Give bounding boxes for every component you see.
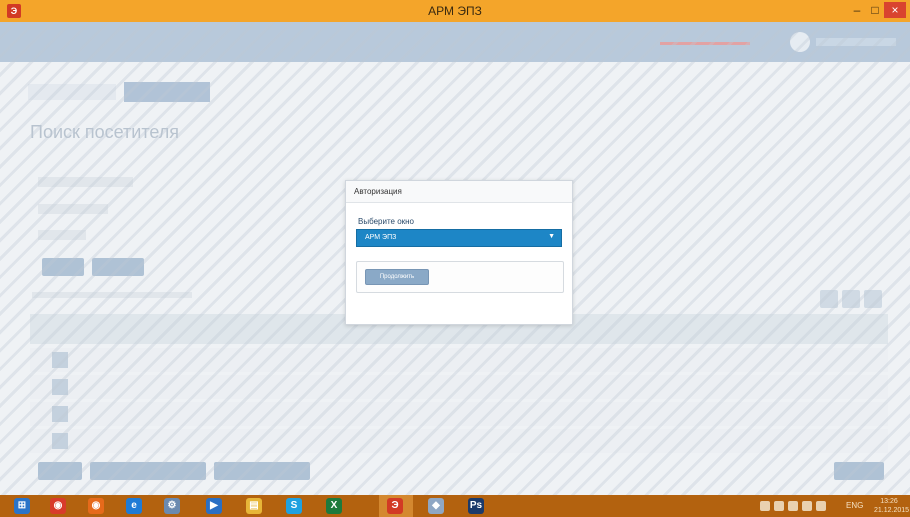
taskbar-item[interactable]: S: [278, 495, 310, 517]
language-indicator[interactable]: ENG: [846, 501, 863, 510]
tray-flag-icon[interactable]: [788, 501, 798, 511]
taskbar-item[interactable]: ▶: [198, 495, 230, 517]
app-icon: Э: [387, 498, 403, 514]
continue-button[interactable]: Продолжить: [365, 269, 429, 285]
tray-up-icon[interactable]: [760, 501, 770, 511]
clock-time: 13:26: [880, 498, 898, 505]
network-icon: ⚙: [164, 498, 180, 514]
taskbar-item[interactable]: ⊞: [6, 495, 38, 517]
sql-icon: ◆: [428, 498, 444, 514]
clock[interactable]: 13:26 21.12.2015: [874, 497, 910, 515]
firefox-icon: ◉: [88, 498, 104, 514]
taskbar: ⊞ ◉ ◉ e ⚙ ▶ ▤ S X Э ◆ Ps ENG 13:26 21.12.2015: [0, 495, 910, 517]
taskbar-item[interactable]: e: [118, 495, 150, 517]
window-titlebar: Э АРМ ЭПЗ – □ ×: [0, 0, 910, 22]
taskbar-item[interactable]: X: [318, 495, 350, 517]
authorization-dialog: Авторизация Выберите окно АРМ ЭПЗ ▼ Прод…: [345, 180, 573, 325]
window-select[interactable]: АРМ ЭПЗ ▼: [356, 229, 562, 247]
tray-volume-icon[interactable]: [816, 501, 826, 511]
minimize-button[interactable]: –: [848, 2, 866, 18]
taskbar-item[interactable]: ◆: [420, 495, 452, 517]
dialog-footer: Продолжить: [356, 261, 564, 293]
windows-start-icon: ⊞: [14, 498, 30, 514]
window-title: АРМ ЭПЗ: [428, 4, 482, 18]
taskbar-item[interactable]: ◉: [80, 495, 112, 517]
taskbar-item[interactable]: ◉: [42, 495, 74, 517]
chevron-down-icon: ▼: [548, 233, 555, 240]
chrome-icon: ◉: [50, 498, 66, 514]
close-button[interactable]: ×: [884, 2, 906, 18]
skype-icon: S: [286, 498, 302, 514]
window-select-value: АРМ ЭПЗ: [365, 234, 397, 241]
system-tray: ENG 13:26 21.12.2015: [740, 495, 910, 517]
teamviewer-icon: ▶: [206, 498, 222, 514]
window-select-label: Выберите окно: [358, 217, 415, 226]
excel-icon: X: [326, 498, 342, 514]
folder-icon: ▤: [246, 498, 262, 514]
maximize-button[interactable]: □: [866, 2, 884, 18]
clock-date: 21.12.2015: [874, 507, 910, 514]
tray-network-icon[interactable]: [774, 501, 784, 511]
taskbar-item[interactable]: Ps: [460, 495, 492, 517]
taskbar-item[interactable]: Э: [379, 495, 411, 517]
tray-wifi-icon[interactable]: [802, 501, 812, 511]
dialog-header: Авторизация: [346, 181, 572, 203]
photoshop-icon: Ps: [468, 498, 484, 514]
taskbar-item[interactable]: ▤: [238, 495, 270, 517]
ie-icon: e: [126, 498, 142, 514]
taskbar-item[interactable]: ⚙: [156, 495, 188, 517]
dialog-title: Авторизация: [354, 187, 402, 196]
